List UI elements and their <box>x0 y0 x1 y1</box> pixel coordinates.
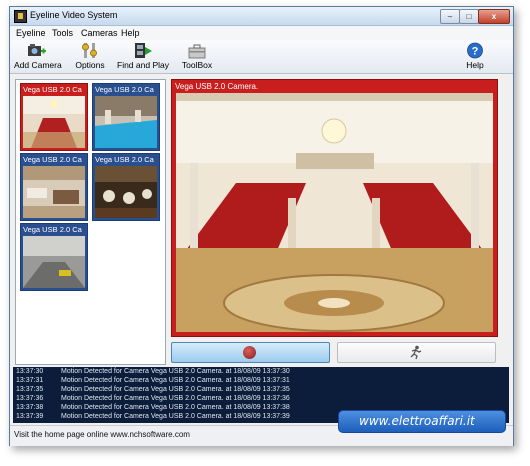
log-row: 13:37:30 Motion Detected for Camera Vega … <box>16 368 290 375</box>
camera-feed-image <box>23 166 85 218</box>
title-bar[interactable]: Eyeline Video System – □ x <box>10 7 513 26</box>
toolbar: Add Camera Options Find and Play ToolBox <box>10 40 513 74</box>
camera-feed-image <box>23 96 85 148</box>
menu-cameras[interactable]: Cameras <box>81 28 118 38</box>
menu-tools[interactable]: Tools <box>52 28 73 38</box>
toolbox-icon <box>188 44 206 59</box>
watermark-badge: www.elettroaffari.it <box>338 410 506 433</box>
help-icon: ? <box>467 42 483 59</box>
snapshot-button[interactable] <box>337 342 496 363</box>
add-camera-button[interactable]: Add Camera <box>14 42 62 70</box>
camera-feed-image <box>23 236 85 288</box>
record-button[interactable] <box>171 342 330 363</box>
camera-tile-label: Vega USB 2.0 Ca <box>23 225 82 234</box>
toolbox-button[interactable]: ToolBox <box>180 42 214 70</box>
camera-tile-2[interactable]: Vega USB 2.0 Ca <box>92 83 160 151</box>
menu-bar: Eyeline Tools Cameras Help <box>10 26 513 40</box>
log-row: 13:37:36 Motion Detected for Camera Vega … <box>16 395 290 402</box>
find-and-play-button[interactable]: Find and Play <box>116 42 170 70</box>
camera-tile-5[interactable]: Vega USB 2.0 Ca <box>20 223 88 291</box>
film-play-icon <box>135 43 152 58</box>
camera-tile-label: Vega USB 2.0 Ca <box>95 155 154 164</box>
camera-tile-label: Vega USB 2.0 Ca <box>95 85 154 94</box>
toolbox-label: ToolBox <box>181 60 213 70</box>
options-label: Options <box>75 60 105 70</box>
camera-feed-image <box>95 96 157 148</box>
main-camera-view[interactable]: Vega USB 2.0 Camera. <box>171 79 498 337</box>
app-window: Eyeline Video System – □ x Eyeline Tools… <box>9 6 514 446</box>
camera-tile-1[interactable]: Vega USB 2.0 Ca <box>20 83 88 151</box>
camera-tile-label: Vega USB 2.0 Ca <box>23 85 82 94</box>
help-button[interactable]: ? Help <box>462 42 488 70</box>
log-row: 13:37:31 Motion Detected for Camera Vega … <box>16 377 290 384</box>
help-label: Help <box>466 60 484 70</box>
options-icon <box>82 43 97 58</box>
add-camera-label: Add Camera <box>14 60 62 70</box>
log-row: 13:37:39 Motion Detected for Camera Vega … <box>16 413 290 420</box>
close-button[interactable]: x <box>478 9 510 24</box>
app-icon <box>14 10 27 23</box>
menu-eyeline[interactable]: Eyeline <box>16 28 46 38</box>
svg-text:?: ? <box>472 46 479 58</box>
window-title: Eyeline Video System <box>30 10 118 20</box>
record-icon <box>243 346 256 359</box>
status-text: Visit the home page online www.nchsoftwa… <box>14 430 190 439</box>
watermark-text: www.elettroaffari.it <box>359 414 475 428</box>
add-camera-icon <box>28 44 46 56</box>
camera-tile-label: Vega USB 2.0 Ca <box>23 155 82 164</box>
camera-list-panel: Vega USB 2.0 Ca Vega USB 2.0 Ca Vega USB… <box>15 79 166 365</box>
log-row: 13:37:35 Motion Detected for Camera Vega … <box>16 386 290 393</box>
main-view-label: Vega USB 2.0 Camera. <box>175 82 259 91</box>
camera-feed-image <box>95 166 157 218</box>
camera-tile-4[interactable]: Vega USB 2.0 Ca <box>92 153 160 221</box>
maximize-button[interactable]: □ <box>459 9 479 24</box>
minimize-button[interactable]: – <box>440 9 460 24</box>
menu-help[interactable]: Help <box>121 28 140 38</box>
running-man-icon <box>410 345 422 360</box>
options-button[interactable]: Options <box>72 42 108 70</box>
main-camera-feed-image <box>176 93 493 332</box>
find-and-play-label: Find and Play <box>117 60 169 70</box>
log-row: 13:37:38 Motion Detected for Camera Vega … <box>16 404 290 411</box>
camera-tile-3[interactable]: Vega USB 2.0 Ca <box>20 153 88 221</box>
